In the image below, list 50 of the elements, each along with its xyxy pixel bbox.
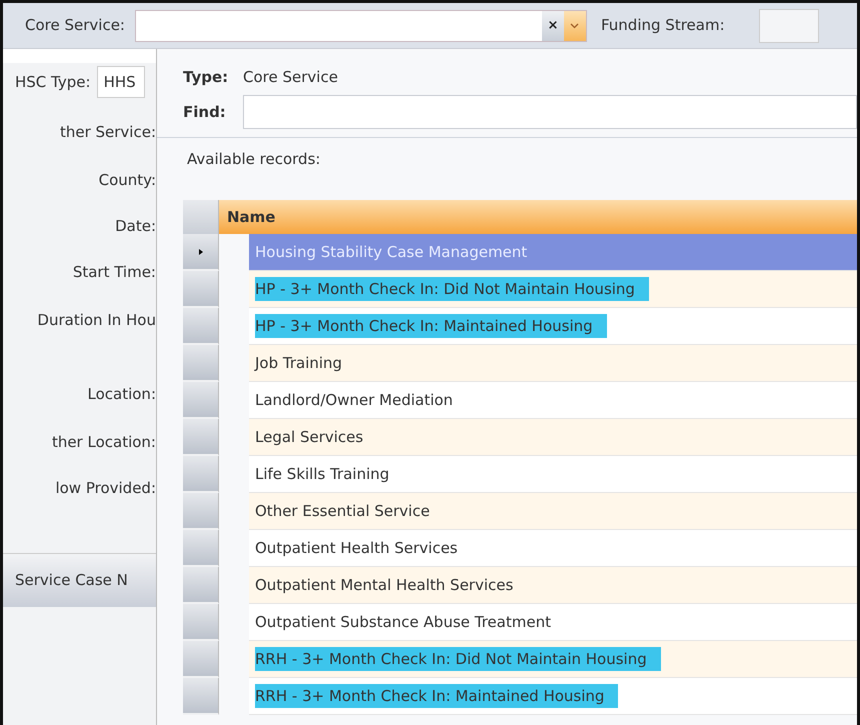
field-label: low Provided:: [55, 478, 156, 499]
list-row[interactable]: Job Training: [249, 345, 857, 382]
list-row[interactable]: HP - 3+ Month Check In: Maintained Housing: [249, 308, 857, 345]
field-label: Type:: [183, 66, 230, 88]
section-label: Available records:: [187, 150, 320, 168]
find-field[interactable]: [243, 95, 857, 129]
list-row[interactable]: Outpatient Mental Health Services: [249, 567, 857, 604]
dropdown-button[interactable]: [564, 10, 586, 40]
field-label: Location:: [88, 384, 156, 405]
field-label: ther Service:: [60, 122, 156, 143]
column-header[interactable]: Name: [219, 200, 857, 234]
field-label: HSC Type:: [15, 72, 91, 93]
field-label: Start Time:: [72, 262, 156, 283]
field-label: Core Service:: [25, 15, 125, 36]
row-header[interactable]: [183, 234, 219, 271]
row-header[interactable]: [183, 493, 219, 530]
field-label: Duration In Hou: [37, 310, 156, 331]
clear-button[interactable]: ×: [542, 10, 564, 40]
list-row[interactable]: Outpatient Substance Abuse Treatment: [249, 604, 857, 641]
row-header[interactable]: [183, 345, 219, 382]
list-row[interactable]: Outpatient Health Services: [249, 530, 857, 567]
list-row[interactable]: RRH - 3+ Month Check In: Did Not Maintain Housing: [249, 641, 857, 678]
field-label: Funding Stream:: [600, 15, 725, 36]
row-header[interactable]: [183, 641, 219, 678]
field-label: Date:: [115, 216, 156, 237]
row-indicator-icon: [198, 248, 202, 254]
row-header[interactable]: [183, 271, 219, 308]
header-corner: [183, 200, 219, 234]
row-header[interactable]: [183, 308, 219, 345]
caret-icon: [570, 22, 580, 28]
row-header[interactable]: [183, 419, 219, 456]
core-service-field[interactable]: ×: [134, 10, 587, 42]
field-label: Find:: [183, 102, 227, 123]
list-row[interactable]: RRH - 3+ Month Check In: Maintained Housing: [249, 678, 857, 715]
type-value: Core Service: [243, 66, 338, 88]
input-field[interactable]: HHS: [96, 66, 145, 98]
field-label: County:: [98, 170, 156, 191]
row-header[interactable]: [183, 678, 219, 715]
field-label: ther Location:: [52, 432, 156, 453]
list-row[interactable]: HP - 3+ Month Check In: Did Not Maintain Housing: [249, 271, 857, 308]
row-header[interactable]: [183, 530, 219, 567]
list-row[interactable]: Life Skills Training: [249, 456, 857, 493]
row-header[interactable]: [183, 604, 219, 641]
row-header[interactable]: [183, 382, 219, 419]
list-row[interactable]: Landlord/Owner Mediation: [249, 382, 857, 419]
list-row[interactable]: Legal Services: [249, 419, 857, 456]
list-row[interactable]: Other Essential Service: [249, 493, 857, 530]
row-header[interactable]: [183, 456, 219, 493]
row-header[interactable]: [183, 567, 219, 604]
funding-stream-field[interactable]: [758, 8, 819, 42]
